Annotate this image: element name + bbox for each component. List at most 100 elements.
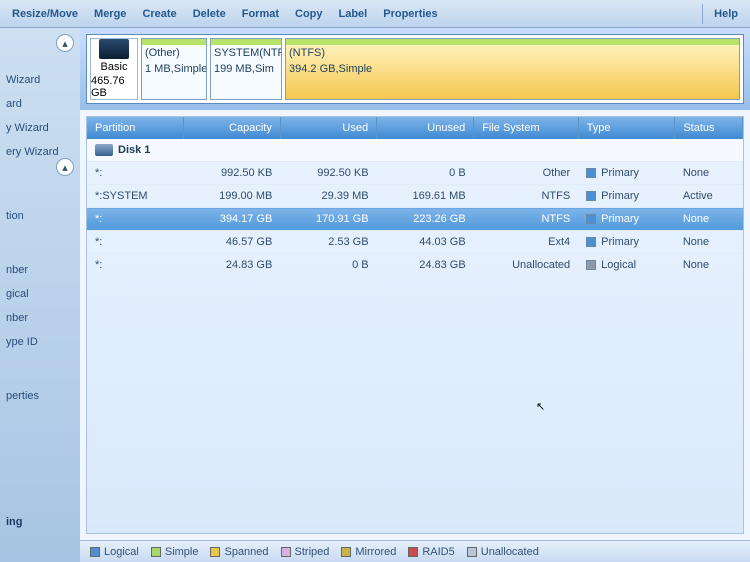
legend-item-spanned: Spanned (206, 546, 272, 558)
col-used[interactable]: Used (280, 117, 376, 139)
cell-status: None (675, 231, 743, 254)
collapse-icon[interactable]: ▴ (56, 158, 74, 176)
legend-item-unallocated: Unallocated (463, 546, 543, 558)
cell-fs: Unallocated (474, 254, 578, 277)
cell-partition: *: (87, 208, 183, 231)
block-sub: 1 MB,Simple (142, 61, 206, 77)
col-unused[interactable]: Unused (377, 117, 474, 139)
legend-label: Striped (295, 546, 330, 558)
legend-label: Mirrored (355, 546, 396, 558)
legend: Logical Simple Spanned Striped Mirrored RAID5… (80, 540, 750, 562)
table-header-row: PartitionCapacityUsedUnusedFile SystemTy… (87, 117, 743, 139)
col-status[interactable]: Status (675, 117, 743, 139)
cell-type: Primary (578, 231, 675, 254)
col-capacity[interactable]: Capacity (183, 117, 280, 139)
pending-operations-label: ing (4, 510, 76, 534)
disk-header-row[interactable]: Disk 1 (87, 139, 743, 162)
cell-partition: *: (87, 162, 183, 185)
sidebar-group-properties: perties (4, 384, 76, 408)
sidebar-item[interactable]: y Wizard (4, 116, 76, 140)
disk-icon[interactable]: Basic 465.76 GB (90, 38, 138, 100)
table-row[interactable]: *:24.83 GB0 B24.83 GBUnallocatedLogicalN… (87, 254, 743, 277)
app-window: Resize/MoveMergeCreateDeleteFormatCopyLa… (0, 0, 750, 562)
sidebar-group-wizards: Wizardardy Wizardery Wizard (4, 68, 76, 164)
sidebar-item[interactable]: nber (4, 258, 76, 282)
cell-capacity: 199.00 MB (183, 185, 280, 208)
cell-capacity: 992.50 KB (183, 162, 280, 185)
type-swatch-icon (586, 214, 596, 224)
block-sub: 199 MB,Sim (211, 61, 281, 77)
legend-item-simple: Simple (147, 546, 203, 558)
block-title: (NTFS) (286, 45, 739, 61)
cell-type: Primary (578, 185, 675, 208)
toolbar: Resize/MoveMergeCreateDeleteFormatCopyLa… (0, 0, 750, 28)
sidebar-item[interactable]: gical (4, 282, 76, 306)
cell-partition: *:SYSTEM (87, 185, 183, 208)
sidebar-item[interactable]: Wizard (4, 68, 76, 92)
sidebar-item[interactable]: nber (4, 306, 76, 330)
block-title: (Other) (142, 45, 206, 61)
sidebar-item[interactable]: perties (4, 384, 76, 408)
table-row[interactable]: *:SYSTEM199.00 MB29.39 MB169.61 MBNTFSPr… (87, 185, 743, 208)
legend-item-logical: Logical (86, 546, 143, 558)
cell-status: Active (675, 185, 743, 208)
toolbar-resize-move-button[interactable]: Resize/Move (4, 4, 86, 24)
legend-swatch-icon (90, 547, 100, 557)
cell-used: 29.39 MB (280, 185, 376, 208)
cell-partition: *: (87, 254, 183, 277)
toolbar-properties-button[interactable]: Properties (375, 4, 445, 24)
disk-map: Basic 465.76 GB (Other) 1 MB,Simple SYST… (86, 34, 744, 104)
cell-unused: 169.61 MB (377, 185, 474, 208)
sidebar: ▴ Wizardardy Wizardery Wizard ▴ tion nbe… (0, 28, 80, 562)
sidebar-item[interactable]: ard (4, 92, 76, 116)
toolbar-format-button[interactable]: Format (234, 4, 287, 24)
disk-basic-size: 465.76 GB (91, 75, 137, 99)
cell-used: 992.50 KB (280, 162, 376, 185)
toolbar-help-button[interactable]: Help (706, 4, 746, 24)
toolbar-copy-button[interactable]: Copy (287, 4, 331, 24)
disk-basic-label: Basic (101, 61, 128, 73)
cell-fs: NTFS (474, 185, 578, 208)
main-panel: Basic 465.76 GB (Other) 1 MB,Simple SYST… (80, 28, 750, 562)
table-row[interactable]: *:992.50 KB992.50 KB0 BOtherPrimaryNone (87, 162, 743, 185)
col-file-system[interactable]: File System (474, 117, 578, 139)
block-title: SYSTEM(NTFS) (211, 45, 281, 61)
col-partition[interactable]: Partition (87, 117, 183, 139)
toolbar-label-button[interactable]: Label (331, 4, 376, 24)
cell-unused: 0 B (377, 162, 474, 185)
partition-block-system[interactable]: SYSTEM(NTFS) 199 MB,Sim (210, 38, 282, 100)
sidebar-item[interactable]: ype ID (4, 330, 76, 354)
disk-map-panel: Basic 465.76 GB (Other) 1 MB,Simple SYST… (80, 28, 750, 110)
toolbar-create-button[interactable]: Create (134, 4, 184, 24)
legend-label: RAID5 (422, 546, 454, 558)
sidebar-group-ops: tion (4, 204, 76, 228)
cell-capacity: 394.17 GB (183, 208, 280, 231)
legend-item-mirrored: Mirrored (337, 546, 400, 558)
cell-type: Primary (578, 162, 675, 185)
partition-block-other[interactable]: (Other) 1 MB,Simple (141, 38, 207, 100)
disk-label: Disk 1 (118, 144, 150, 156)
collapse-icon[interactable]: ▴ (56, 34, 74, 52)
legend-label: Spanned (224, 546, 268, 558)
legend-label: Logical (104, 546, 139, 558)
cell-used: 2.53 GB (280, 231, 376, 254)
cell-used: 170.91 GB (280, 208, 376, 231)
type-swatch-icon (586, 191, 596, 201)
legend-label: Unallocated (481, 546, 539, 558)
cell-used: 0 B (280, 254, 376, 277)
toolbar-delete-button[interactable]: Delete (185, 4, 234, 24)
sidebar-item[interactable]: tion (4, 204, 76, 228)
legend-swatch-icon (210, 547, 220, 557)
col-type[interactable]: Type (578, 117, 675, 139)
legend-swatch-icon (151, 547, 161, 557)
partition-block-ntfs[interactable]: (NTFS) 394.2 GB,Simple (285, 38, 740, 100)
legend-swatch-icon (341, 547, 351, 557)
cell-type: Primary (578, 208, 675, 231)
cell-fs: Ext4 (474, 231, 578, 254)
table-row[interactable]: *:46.57 GB2.53 GB44.03 GBExt4PrimaryNone (87, 231, 743, 254)
table-row[interactable]: *:394.17 GB170.91 GB223.26 GBNTFSPrimary… (87, 208, 743, 231)
type-swatch-icon (586, 260, 596, 270)
body: ▴ Wizardardy Wizardery Wizard ▴ tion nbe… (0, 28, 750, 562)
cell-fs: Other (474, 162, 578, 185)
toolbar-merge-button[interactable]: Merge (86, 4, 134, 24)
